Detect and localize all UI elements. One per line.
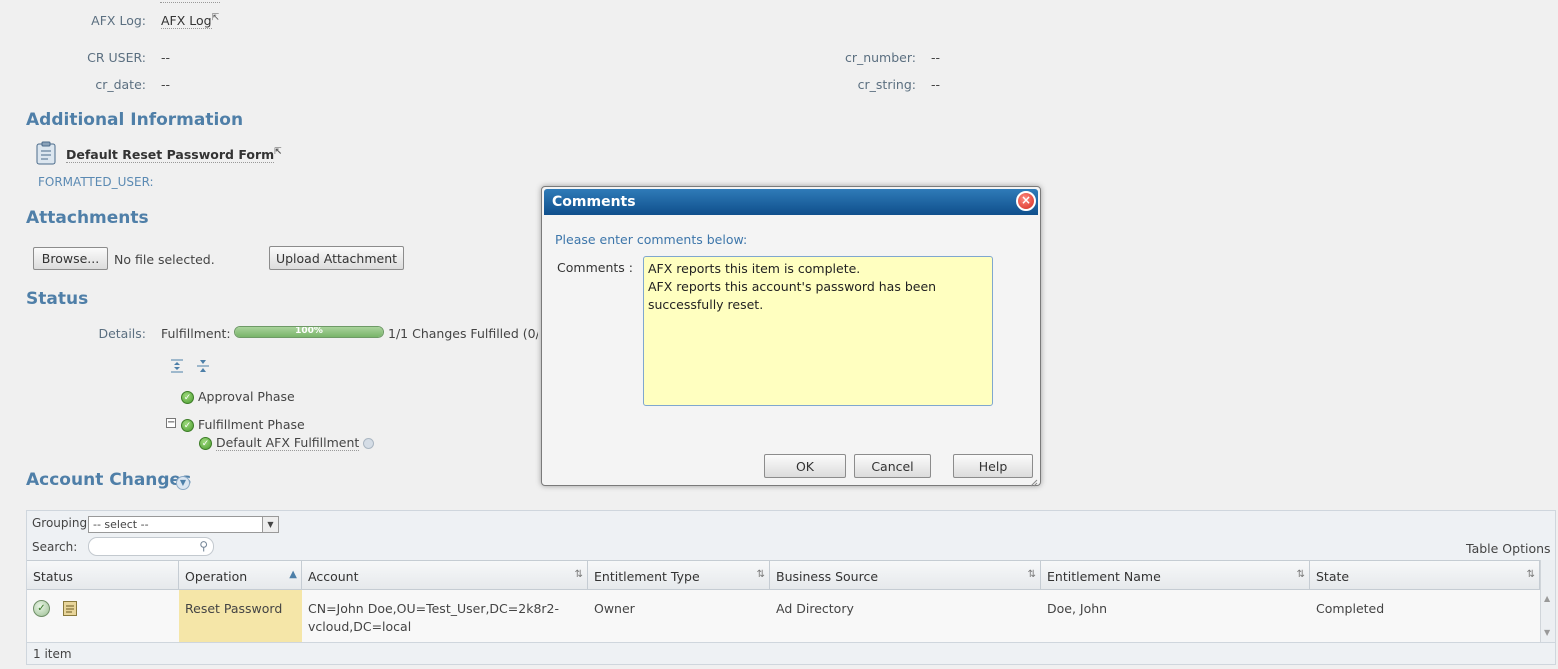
cr-user-value: -- bbox=[161, 50, 171, 65]
chevron-down-icon[interactable]: ▼ bbox=[262, 517, 278, 532]
cropped-link bbox=[160, 0, 220, 3]
check-icon: ✓ bbox=[199, 437, 212, 450]
details-label: Details: bbox=[98, 326, 146, 341]
changes-fulfilled-text: 1/1 Changes Fulfilled (0/0 bbox=[388, 326, 538, 341]
fulfillment-phase-text: Fulfillment Phase bbox=[197, 417, 305, 432]
browse-button[interactable]: Browse... bbox=[33, 247, 108, 270]
chevron-down-icon[interactable]: ▼ bbox=[176, 476, 190, 490]
dialog-title: Comments bbox=[552, 194, 636, 210]
cr-date-value: -- bbox=[161, 77, 171, 92]
column-header-entitlement-name[interactable]: Entitlement Name ⇅ bbox=[1041, 560, 1310, 590]
column-header-operation[interactable]: Operation ▲ bbox=[179, 560, 302, 590]
upload-attachment-button[interactable]: Upload Attachment bbox=[269, 246, 404, 270]
scroll-up-icon[interactable]: ▲ bbox=[1544, 594, 1550, 603]
search-label: Search: bbox=[32, 540, 78, 554]
afx-log-label: AFX Log: bbox=[91, 13, 146, 28]
info-icon[interactable] bbox=[363, 438, 375, 449]
cr-number-value: -- bbox=[931, 50, 941, 65]
no-file-selected-text: No file selected. bbox=[114, 252, 215, 267]
progress-text: 100% bbox=[295, 326, 323, 336]
cancel-button[interactable]: Cancel bbox=[854, 454, 931, 478]
table-footer: 1 item bbox=[27, 642, 1555, 664]
status-completed-icon: ✓ bbox=[33, 600, 50, 617]
expand-all-icon[interactable] bbox=[169, 358, 185, 374]
column-header-account[interactable]: Account ⇅ bbox=[302, 560, 588, 590]
fulfillment-label: Fulfillment: bbox=[161, 326, 231, 341]
sort-ascending-icon: ▲ bbox=[289, 569, 297, 580]
formatted-user-label: FORMATTED_USER: bbox=[38, 175, 154, 189]
cr-user-label: CR USER: bbox=[87, 50, 146, 65]
grouping-select-value: -- select -- bbox=[93, 518, 149, 531]
notes-icon[interactable] bbox=[63, 601, 77, 616]
cell-state: Completed bbox=[1316, 601, 1385, 616]
cell-entitlement-type: Owner bbox=[594, 601, 635, 616]
status-title: Status bbox=[26, 289, 89, 309]
default-afx-fulfillment-row[interactable]: ✓ Default AFX Fulfillment bbox=[199, 435, 375, 451]
cr-date-label: cr_date: bbox=[95, 77, 146, 92]
sort-icon: ⇅ bbox=[1526, 569, 1535, 580]
column-header-status[interactable]: Status bbox=[27, 560, 179, 590]
approval-phase-row: ✓ Approval Phase bbox=[181, 389, 295, 404]
item-count: 1 item bbox=[33, 647, 72, 661]
afx-log-link[interactable]: AFX Log⇱ bbox=[161, 13, 220, 29]
header-label: Entitlement Type bbox=[594, 569, 700, 584]
sort-icon: ⇅ bbox=[574, 569, 583, 580]
cell-entitlement-name: Doe, John bbox=[1047, 601, 1108, 616]
column-header-entitlement-type[interactable]: Entitlement Type ⇅ bbox=[588, 560, 770, 590]
header-label: Status bbox=[33, 569, 73, 584]
header-label: Business Source bbox=[776, 569, 879, 584]
sort-icon: ⇅ bbox=[1296, 569, 1305, 580]
table-scrollbar[interactable]: ▲ ▼ bbox=[1540, 560, 1555, 642]
help-button[interactable]: Help bbox=[953, 454, 1033, 478]
default-reset-password-form-link[interactable]: Default Reset Password Form⇱ bbox=[66, 147, 282, 163]
column-header-state[interactable]: State ⇅ bbox=[1310, 560, 1540, 590]
header-label: State bbox=[1316, 569, 1350, 584]
comments-label: Comments : bbox=[557, 260, 633, 275]
sort-icon: ⇅ bbox=[1027, 569, 1036, 580]
resize-handle-icon[interactable] bbox=[1030, 475, 1038, 487]
ok-button[interactable]: OK bbox=[764, 454, 846, 478]
cr-string-value: -- bbox=[931, 77, 941, 92]
collapse-all-icon[interactable] bbox=[195, 358, 211, 374]
fulfillment-phase-row: ✓ Fulfillment Phase bbox=[181, 417, 305, 432]
cell-business-source: Ad Directory bbox=[776, 601, 854, 616]
scroll-down-icon[interactable]: ▼ bbox=[1544, 628, 1550, 637]
close-icon[interactable]: × bbox=[1016, 191, 1036, 211]
afx-log-link-text: AFX Log bbox=[161, 13, 212, 29]
header-label: Operation bbox=[185, 569, 248, 584]
header-label: Account bbox=[308, 569, 359, 584]
account-changes-title: Account Changes bbox=[26, 470, 192, 490]
additional-information-title: Additional Information bbox=[26, 110, 244, 130]
approval-phase-text: Approval Phase bbox=[197, 389, 295, 404]
form-link-text: Default Reset Password Form bbox=[66, 147, 275, 163]
sort-icon: ⇅ bbox=[756, 569, 765, 580]
dialog-titlebar[interactable]: Comments × bbox=[544, 189, 1038, 215]
external-link-icon: ⇱ bbox=[211, 13, 220, 23]
comments-dialog: Comments × Please enter comments below: … bbox=[541, 186, 1041, 487]
cr-number-label: cr_number: bbox=[844, 50, 916, 65]
check-icon: ✓ bbox=[181, 391, 194, 404]
default-afx-fulfillment-text: Default AFX Fulfillment bbox=[215, 435, 360, 451]
clipboard-icon bbox=[35, 141, 57, 165]
check-icon: ✓ bbox=[181, 419, 194, 432]
search-input[interactable]: ⚲ bbox=[88, 537, 214, 556]
grouping-select[interactable]: -- select -- ▼ bbox=[88, 516, 279, 533]
cell-operation: Reset Password bbox=[179, 590, 302, 642]
grouping-label: Grouping: bbox=[32, 516, 92, 530]
dialog-prompt: Please enter comments below: bbox=[555, 232, 748, 247]
attachments-title: Attachments bbox=[26, 208, 149, 228]
table-options-link[interactable]: Table Options bbox=[1466, 541, 1551, 556]
comments-textarea[interactable]: AFX reports this item is complete. AFX r… bbox=[643, 256, 993, 406]
fulfillment-progress-bar: 100% bbox=[234, 326, 384, 338]
column-header-business-source[interactable]: Business Source ⇅ bbox=[770, 560, 1041, 590]
search-icon: ⚲ bbox=[199, 539, 208, 553]
cell-account: CN=John Doe,OU=Test_User,DC=2k8r2-vcloud… bbox=[308, 601, 560, 634]
external-link-icon: ⇱ bbox=[274, 147, 282, 157]
header-label: Entitlement Name bbox=[1047, 569, 1161, 584]
cr-string-label: cr_string: bbox=[857, 77, 916, 92]
collapse-toggle-icon[interactable]: − bbox=[166, 418, 176, 428]
